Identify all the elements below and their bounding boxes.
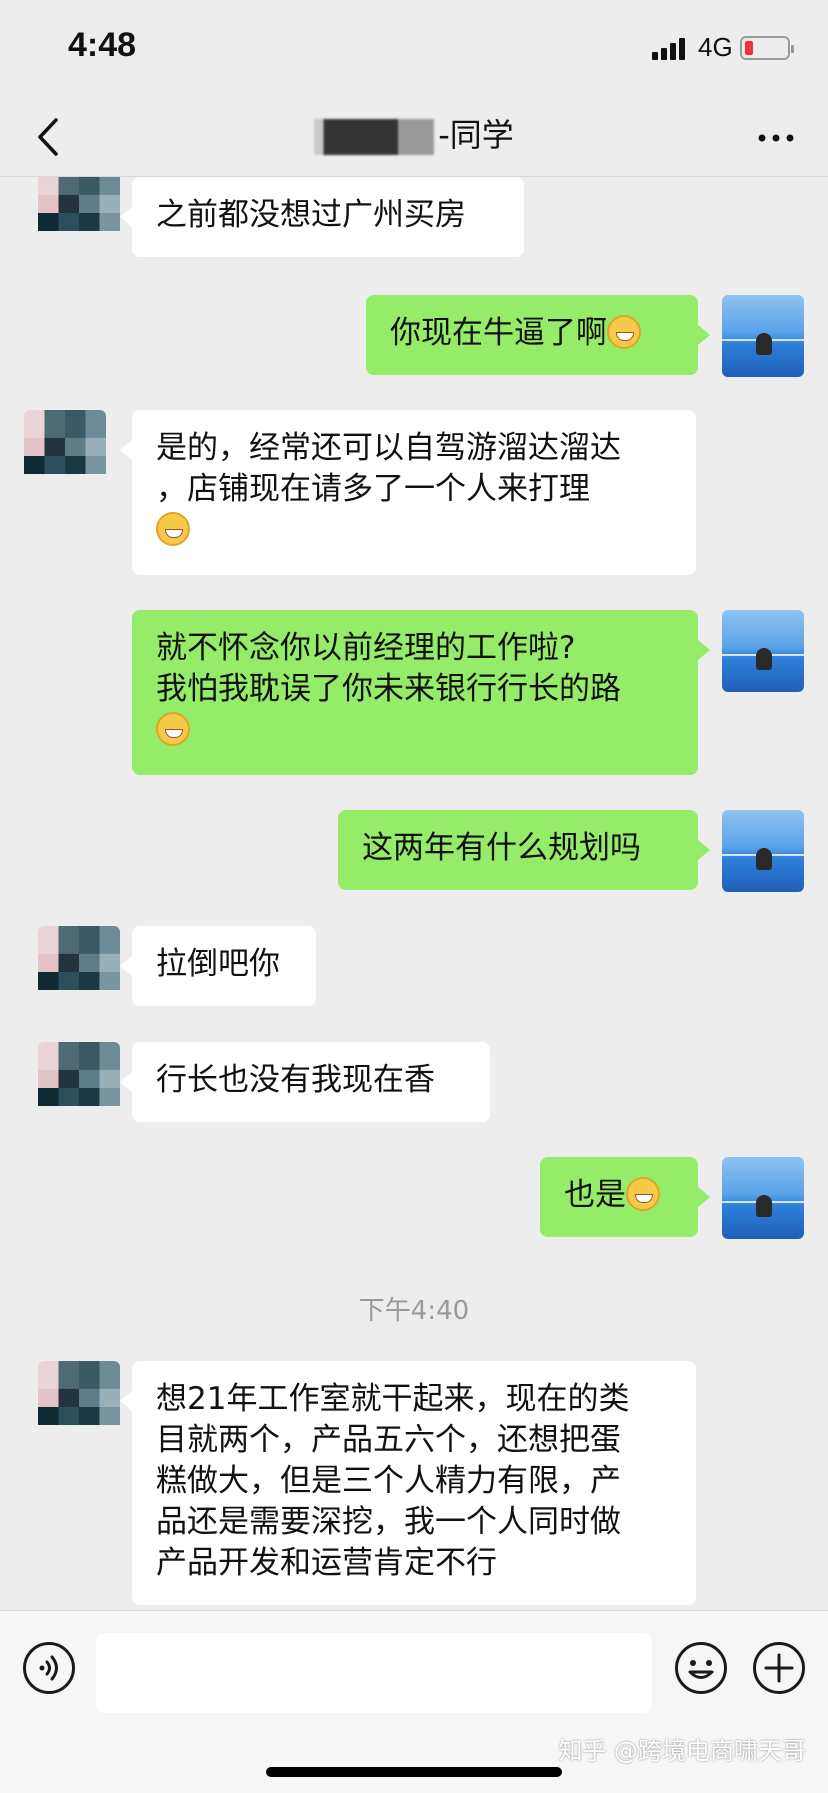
battery-icon [740, 36, 794, 60]
grin-emoji-icon [626, 1177, 660, 1211]
chat-title: -同学 [0, 110, 828, 156]
friend-avatar[interactable] [38, 1361, 120, 1443]
outgoing-message-bubble[interactable]: 这两年有什么规划吗 [338, 810, 710, 890]
message-text-line: 目就两个，产品五六个，还想把蛋 [156, 1422, 621, 1458]
emoji-picker-icon[interactable] [674, 1641, 728, 1695]
message-text: 拉倒吧你 [156, 946, 280, 982]
friend-avatar[interactable] [38, 926, 120, 1008]
chat-timestamp: 下午4:40 [358, 1296, 470, 1326]
network-type: 4G [698, 32, 733, 62]
grin-emoji-icon [156, 712, 190, 746]
redacted-name-mask [314, 119, 435, 155]
message-text-line: 是的，经常还可以自驾游溜达溜达 [156, 430, 621, 466]
message-text: 这两年有什么规划吗 [362, 830, 641, 866]
message-input[interactable] [96, 1633, 652, 1713]
friend-avatar[interactable] [38, 177, 120, 249]
home-indicator[interactable] [266, 1767, 562, 1777]
message-text-line: ，店铺现在请多了一个人来打理 [156, 471, 590, 507]
friend-avatar[interactable] [38, 1042, 120, 1124]
friend-avatar[interactable] [24, 410, 106, 492]
status-bar: 4:48 4G [0, 0, 828, 100]
incoming-message-bubble[interactable]: 想21年工作室就干起来，现在的类 目就两个，产品五六个，还想把蛋 糕做大，但是三… [120, 1361, 696, 1605]
squint-laugh-emoji-icon [156, 512, 190, 546]
message-text-line: 糕做大，但是三个人精力有限，产 [156, 1463, 621, 1499]
more-options-icon[interactable] [752, 118, 800, 158]
input-bar: 知乎 @跨境电商啸天哥 [0, 1610, 828, 1793]
message-text: 之前都没想过广州买房 [156, 197, 466, 233]
incoming-message-bubble[interactable]: 拉倒吧你 [120, 926, 316, 1006]
my-avatar[interactable] [722, 810, 804, 892]
message-text-line: 品还是需要深挖，我一个人同时做 [156, 1504, 621, 1540]
message-text-line: 就不怀念你以前经理的工作啦? [156, 630, 576, 666]
outgoing-message-bubble[interactable]: 也是 [540, 1157, 710, 1237]
my-avatar[interactable] [722, 610, 804, 692]
outgoing-message-bubble[interactable]: 你现在牛逼了啊 [366, 295, 710, 375]
status-time: 4:48 [68, 26, 137, 64]
signal-icon [652, 38, 685, 60]
message-text-line: 产品开发和运营肯定不行 [156, 1545, 497, 1581]
incoming-message-bubble[interactable]: 是的，经常还可以自驾游溜达溜达 ，店铺现在请多了一个人来打理 [120, 410, 696, 575]
message-text: 你现在牛逼了啊 [390, 315, 607, 351]
message-text: 行长也没有我现在香 [156, 1062, 435, 1098]
message-text-line: 想21年工作室就干起来，现在的类 [156, 1381, 630, 1417]
outgoing-message-bubble[interactable]: 就不怀念你以前经理的工作啦? 我怕我耽误了你未来银行行长的路 [132, 610, 710, 775]
chat-message-list[interactable]: 之前都没想过广州买房 你现在牛逼了啊 是的，经常还可以自驾游溜达溜达 ，店铺现在… [0, 177, 828, 1610]
message-text-line: 我怕我耽误了你未来银行行长的路 [156, 671, 621, 707]
more-actions-plus-icon[interactable] [752, 1641, 806, 1695]
chat-title-text: -同学 [438, 116, 514, 154]
incoming-message-bubble[interactable]: 之前都没想过广州买房 [120, 177, 524, 257]
message-text: 也是 [564, 1177, 626, 1213]
voice-input-icon[interactable] [22, 1641, 76, 1695]
my-avatar[interactable] [722, 1157, 804, 1239]
my-avatar[interactable] [722, 295, 804, 377]
grin-emoji-icon [607, 315, 641, 349]
watermark-text: 知乎 @跨境电商啸天哥 [558, 1737, 806, 1765]
chat-header: -同学 [0, 100, 828, 177]
incoming-message-bubble[interactable]: 行长也没有我现在香 [120, 1042, 490, 1122]
